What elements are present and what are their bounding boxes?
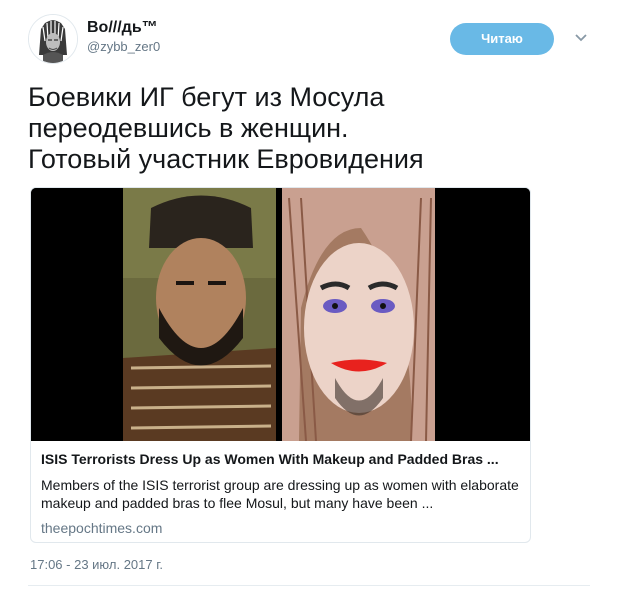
card-domain[interactable]: theepochtimes.com bbox=[41, 519, 521, 537]
tweet-text-line: переодевшись в женщин. bbox=[28, 113, 349, 143]
link-card[interactable]: ISIS Terrorists Dress Up as Women With M… bbox=[30, 187, 531, 543]
tweet-text: Боевики ИГ бегут из Мосула переодевшись … bbox=[28, 82, 588, 175]
follow-button[interactable]: Читаю bbox=[450, 23, 554, 55]
tweet-text-line: Боевики ИГ бегут из Мосула bbox=[28, 82, 385, 112]
tweet-header: Во///дь™ @zybb_zer0 Читаю bbox=[28, 14, 598, 66]
divider bbox=[28, 585, 590, 586]
card-body: ISIS Terrorists Dress Up as Women With M… bbox=[41, 450, 521, 537]
tweet-timestamp[interactable]: 17:06 - 23 июл. 2017 г. bbox=[30, 557, 163, 572]
card-description: Members of the ISIS terrorist group are … bbox=[41, 477, 519, 511]
avatar[interactable] bbox=[28, 14, 78, 64]
card-image[interactable] bbox=[31, 188, 530, 442]
username[interactable]: @zybb_zer0 bbox=[87, 38, 160, 56]
display-name[interactable]: Во///дь™ bbox=[87, 18, 160, 38]
card-photo bbox=[31, 188, 530, 442]
tweet-text-line: Готовый участник Евровидения bbox=[28, 144, 424, 174]
more-options-button[interactable] bbox=[574, 30, 588, 44]
card-title[interactable]: ISIS Terrorists Dress Up as Women With M… bbox=[41, 450, 521, 469]
chevron-down-icon bbox=[575, 34, 587, 42]
user-names: Во///дь™ @zybb_zer0 bbox=[87, 18, 160, 56]
avatar-icon bbox=[29, 15, 77, 63]
